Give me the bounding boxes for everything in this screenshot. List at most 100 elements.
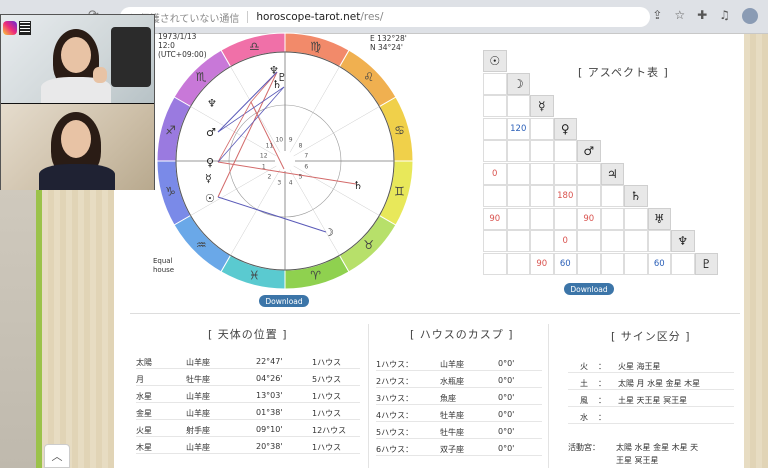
share-icon[interactable]: ⇪ [652, 8, 662, 24]
planet-sign: 山羊座 [186, 392, 210, 401]
aspect-cell: 90 [577, 207, 601, 230]
aspect-cell [530, 117, 554, 140]
pluto-glyph: ♇ [277, 71, 287, 84]
sign-table-title: [ サイン区分 ] [611, 330, 691, 343]
cusp-deg: 0°0' [498, 427, 515, 436]
aspect-cell [483, 252, 507, 275]
chart-download-button[interactable]: Download [259, 295, 309, 307]
house-number: 12 [260, 152, 268, 159]
moon-glyph: ☽ [324, 226, 334, 239]
zodiac-sign-glyph: ♋ [394, 123, 405, 137]
house-system-label: Equal house [153, 257, 174, 275]
house-system-line2: house [153, 266, 175, 274]
aspect-cell [624, 252, 648, 275]
mars-glyph: ♂ [206, 126, 216, 139]
planet-deg: 01°38' [256, 408, 283, 417]
scroll-up-chevron-icon[interactable]: ︿ [44, 444, 70, 468]
table-row: 月 牡牛座 04°26' 5ハウス [136, 370, 360, 386]
planet-house: 1ハウス [312, 443, 342, 452]
aspect-cell [577, 185, 601, 207]
cusp-sign: 牡牛座 [440, 428, 464, 437]
video-tile-host[interactable] [1, 15, 154, 103]
cusp-sign: 牡羊座 [440, 411, 464, 420]
aspect-download-button[interactable]: Download [564, 283, 614, 295]
planet-deg: 13°03' [256, 391, 283, 400]
zodiac-sign-glyph: ♑ [165, 185, 176, 199]
column-divider-1 [368, 324, 369, 468]
url-separator [247, 11, 249, 23]
venus-glyph: ♀ [206, 156, 214, 169]
cusps-table-title: [ ハウスのカスプ ] [410, 328, 514, 341]
sign-value: 火星 海王星 [618, 362, 661, 371]
aspect-cell [483, 230, 507, 252]
table-row: 1ハウス： 山羊座 0°0' [376, 355, 542, 371]
zodiac-sign-glyph: ♍ [310, 40, 321, 54]
paper-border-right [744, 34, 768, 468]
column-divider-2 [548, 324, 549, 468]
media-control-icon[interactable]: ♫ [719, 8, 730, 24]
sign-colon: ： [598, 413, 606, 422]
sign-row: 土 ： 太陽 月 水星 金星 木星 [568, 374, 734, 390]
planet-sign: 山羊座 [186, 409, 210, 418]
aspect-cell [577, 230, 601, 252]
aspect-cell [671, 252, 695, 275]
table-row: 金星 山羊座 01°38' 1ハウス [136, 404, 360, 420]
aspect-cell [600, 230, 624, 252]
url-path[interactable]: /res/ [360, 11, 383, 23]
profile-avatar[interactable] [742, 8, 758, 24]
aspect-cell: 180 [553, 185, 577, 207]
aspect-cell [600, 252, 624, 275]
aspect-cell [506, 207, 530, 230]
sign-label: 水 [580, 413, 588, 422]
zodiac-sign-glyph: ♉ [363, 238, 374, 252]
video-call-overlay[interactable] [0, 14, 155, 190]
sign-row: 風 ： 土星 天王星 冥王星 [568, 391, 734, 407]
planet-house: 1ハウス [312, 409, 342, 418]
guest-body [39, 164, 115, 190]
planet-deg: 04°26' [256, 374, 283, 383]
sign-row: 火 ： 火星 海王星 [568, 357, 734, 373]
aspect-cell [506, 185, 530, 207]
sign-colon: ： [598, 379, 606, 388]
aspect-planet-symbol: ☽ [506, 72, 530, 95]
sign-value: 太陽 月 水星 金星 木星 [618, 379, 701, 388]
aspect-cell: 120 [506, 117, 530, 140]
cusp-deg: 0°0' [498, 376, 515, 385]
planet-planet: 月 [136, 375, 144, 384]
zodiac-sign-glyph: ♌ [363, 70, 374, 84]
zodiac-sign-glyph: ♓ [249, 268, 260, 282]
planet-deg: 22°47' [256, 357, 283, 366]
aspect-cell [530, 162, 554, 185]
house-number: 10 [275, 137, 283, 144]
instagram-icon [3, 21, 17, 35]
cusp-house: 4ハウス： [376, 411, 414, 420]
house-system-line1: Equal [153, 257, 173, 265]
house-number: 4 [289, 179, 293, 186]
piano-shape [111, 27, 151, 87]
extensions-puzzle-icon[interactable]: ✚ [697, 8, 707, 24]
table-row: 3ハウス： 魚座 0°0' [376, 389, 542, 405]
bookmark-star-icon[interactable]: ☆ [674, 8, 685, 24]
aspect-cell [483, 185, 507, 207]
sign-label: 土 [580, 379, 588, 388]
table-row: 火星 射手座 09°10' 12ハウス [136, 421, 360, 437]
address-bar[interactable]: ▲ 保護されていない通信 horoscope-tarot.net /res/ [120, 7, 650, 27]
aspect-planet-symbol: ♇ [694, 252, 718, 275]
planet-sign: 山羊座 [186, 358, 210, 367]
planet-planet: 金星 [136, 409, 152, 418]
green-strip [36, 190, 42, 468]
planets-table-title: [ 天体の位置 ] [208, 328, 288, 341]
url-host[interactable]: horoscope-tarot.net [256, 11, 360, 23]
section-divider [130, 313, 740, 314]
guest-face [61, 120, 91, 158]
aspect-cell [577, 162, 601, 185]
aspect-cell [483, 72, 507, 95]
aspect-cell [530, 185, 554, 207]
aspect-cell [624, 230, 648, 252]
sign-value: 土星 天王星 冥王星 [618, 396, 688, 405]
table-row: 水星 山羊座 13°03' 1ハウス [136, 387, 360, 403]
video-tile-guest[interactable] [1, 104, 154, 190]
aspect-cell: 0 [483, 162, 507, 185]
aspect-table-title: [ アスペクト表 ] [578, 66, 669, 79]
cusp-deg: 0°0' [498, 393, 515, 402]
